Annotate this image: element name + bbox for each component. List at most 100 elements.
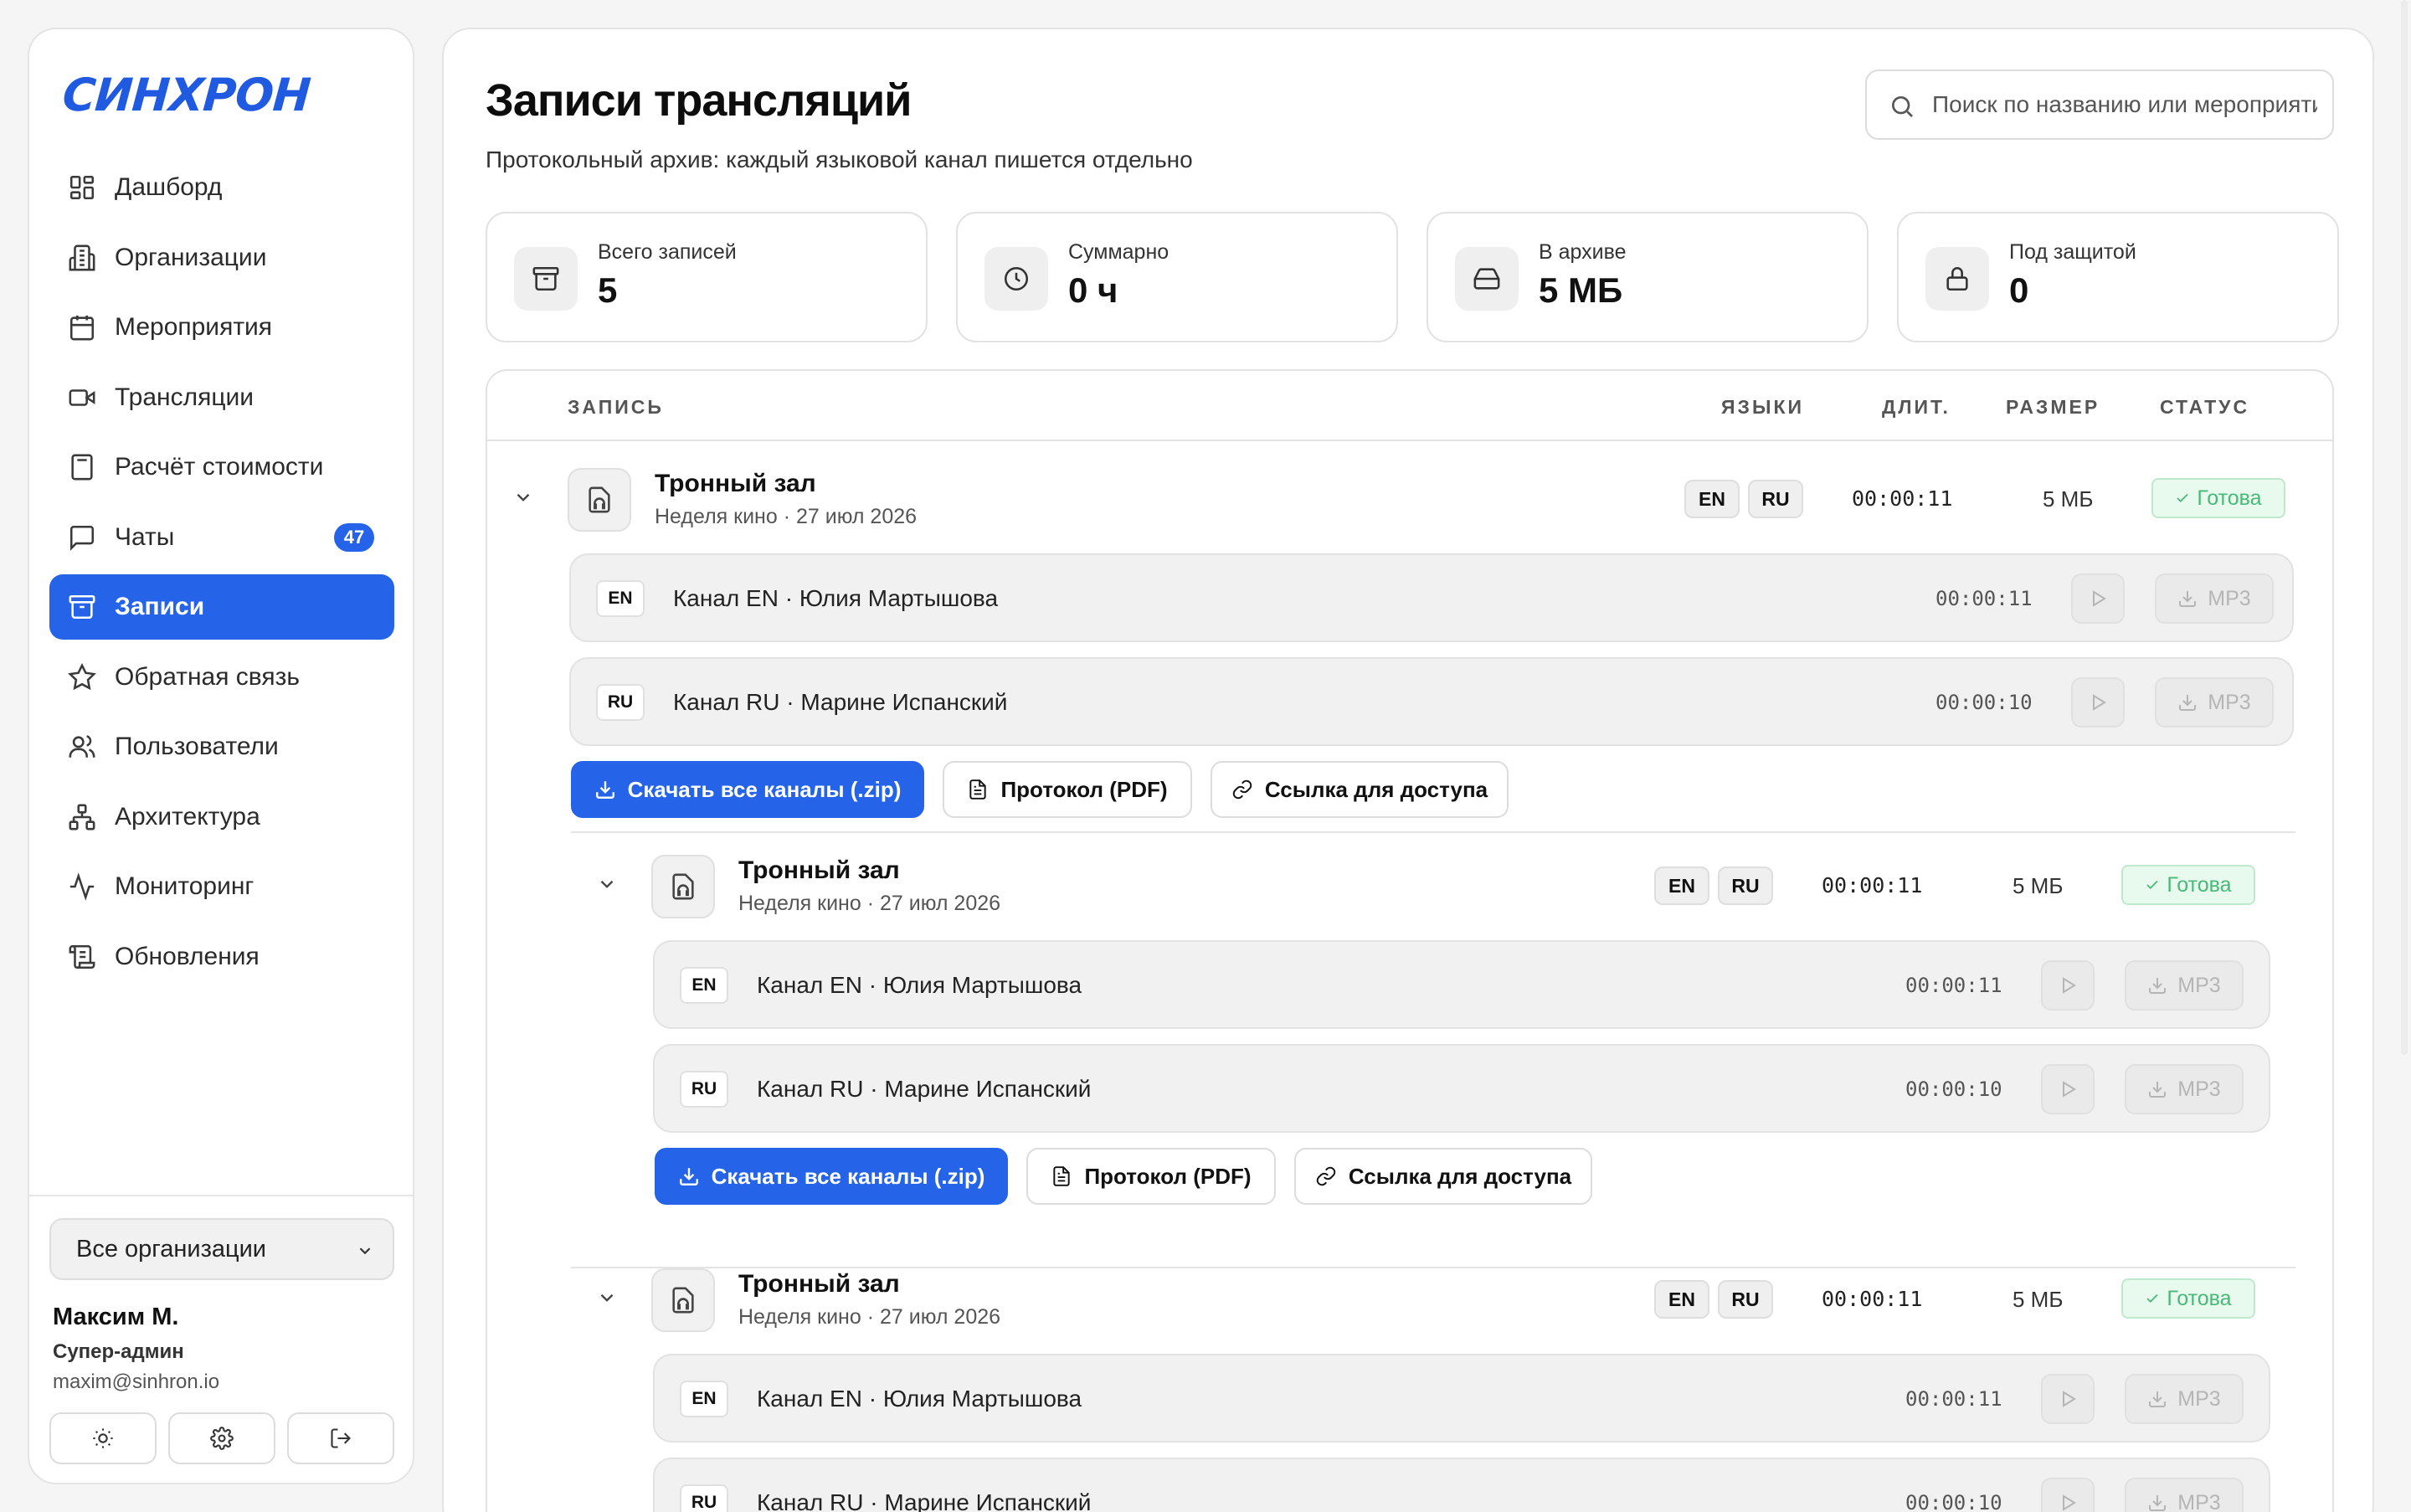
search-input[interactable] bbox=[1932, 91, 2317, 118]
record-size: 5 МБ bbox=[2013, 1287, 2064, 1312]
page-scrollbar[interactable] bbox=[2398, 0, 2411, 1512]
sidebar-item-chats[interactable]: Чаты 47 bbox=[49, 505, 394, 570]
activity-icon bbox=[69, 872, 95, 901]
stat-card-protected: Под защитой 0 bbox=[1897, 212, 2339, 342]
download-icon bbox=[2149, 978, 2167, 994]
protocol-pdf-button[interactable]: Протокол (PDF) bbox=[943, 761, 1192, 818]
column-header-record[interactable]: ЗАПИСЬ bbox=[568, 396, 664, 419]
sidebar: СИНХРОН Дашборд Организации Мероприятия … bbox=[28, 28, 414, 1484]
download-zip-button[interactable]: Скачать все каналы (.zip) bbox=[655, 1148, 1008, 1205]
sidebar-item-events[interactable]: Мероприятия bbox=[49, 295, 394, 360]
record-duration: 00:00:11 bbox=[1822, 873, 1923, 897]
chevron-down-icon[interactable] bbox=[596, 1287, 618, 1309]
play-button[interactable] bbox=[2041, 1064, 2095, 1114]
theme-toggle-button[interactable] bbox=[49, 1412, 157, 1464]
column-header-status[interactable]: СТАТУС bbox=[2160, 396, 2249, 419]
column-header-size[interactable]: РАЗМЕР bbox=[2006, 396, 2100, 419]
download-mp3-button[interactable]: MP3 bbox=[2125, 960, 2244, 1011]
archive-icon bbox=[69, 594, 95, 620]
sidebar-item-feedback[interactable]: Обратная связь bbox=[49, 645, 394, 710]
dashboard-icon bbox=[69, 175, 95, 200]
download-mp3-button[interactable]: MP3 bbox=[2125, 1374, 2244, 1424]
video-icon bbox=[69, 388, 95, 406]
play-button[interactable] bbox=[2041, 1478, 2095, 1512]
access-link-button[interactable]: Ссылка для доступа bbox=[1211, 761, 1509, 818]
play-button[interactable] bbox=[2041, 960, 2095, 1011]
sidebar-item-organizations[interactable]: Организации bbox=[49, 225, 394, 291]
protocol-pdf-button[interactable]: Протокол (PDF) bbox=[1026, 1148, 1276, 1205]
chevron-down-icon[interactable] bbox=[512, 486, 534, 508]
organization-select[interactable]: Все организации bbox=[49, 1218, 394, 1280]
document-icon bbox=[969, 779, 987, 800]
language-chip: RU bbox=[1718, 867, 1773, 905]
sidebar-item-users[interactable]: Пользователи bbox=[49, 714, 394, 779]
stat-value: 0 bbox=[2009, 270, 2029, 310]
sidebar-item-recordings[interactable]: Записи bbox=[49, 574, 394, 640]
download-icon bbox=[2149, 1391, 2167, 1407]
gear-icon bbox=[210, 1427, 234, 1450]
sidebar-item-broadcasts[interactable]: Трансляции bbox=[49, 365, 394, 430]
sidebar-item-label: Обновления bbox=[115, 942, 260, 970]
column-header-duration[interactable]: ДЛИТ. bbox=[1882, 396, 1951, 419]
sidebar-item-label: Организации bbox=[115, 243, 267, 271]
search-box[interactable] bbox=[1865, 69, 2334, 140]
logout-icon bbox=[331, 1428, 351, 1448]
play-button[interactable] bbox=[2071, 677, 2125, 728]
channel-name: Канал RU · Марине Испанский bbox=[757, 1076, 1092, 1102]
chevron-down-icon bbox=[359, 1247, 371, 1255]
download-zip-button[interactable]: Скачать все каналы (.zip) bbox=[571, 761, 924, 818]
app-logo[interactable]: СИНХРОН bbox=[60, 61, 312, 128]
sidebar-item-label: Архитектура bbox=[115, 802, 260, 831]
clock-icon bbox=[984, 247, 1048, 311]
play-button[interactable] bbox=[2071, 573, 2125, 624]
channel-name: Канал EN · Юлия Мартышова bbox=[757, 1386, 1082, 1412]
play-button[interactable] bbox=[2041, 1374, 2095, 1424]
sidebar-item-pricing[interactable]: Расчёт стоимости bbox=[49, 435, 394, 500]
scrollbar-thumb[interactable] bbox=[2401, 0, 2408, 1055]
chevron-down-icon[interactable] bbox=[596, 873, 618, 895]
sidebar-item-dashboard[interactable]: Дашборд bbox=[49, 155, 394, 220]
sidebar-actions bbox=[49, 1412, 394, 1464]
stat-value: 5 МБ bbox=[1539, 270, 1623, 310]
protocol-pdf-label: Протокол (PDF) bbox=[1084, 1163, 1252, 1189]
download-mp3-label: MP3 bbox=[2177, 1386, 2221, 1411]
stat-value: 5 bbox=[598, 270, 618, 310]
table-row: Тронный зал Неделя кино · 27 июл 2026 EN… bbox=[571, 1243, 2295, 1512]
channel-duration: 00:00:11 bbox=[1905, 1387, 2002, 1411]
download-mp3-button[interactable]: MP3 bbox=[2125, 1064, 2244, 1114]
language-chip: RU bbox=[1718, 1280, 1773, 1319]
record-size: 5 МБ bbox=[2013, 873, 2064, 898]
record-meta: Неделя кино · 27 июл 2026 bbox=[655, 505, 918, 528]
stat-label: В архиве bbox=[1539, 240, 1627, 264]
channel-code: RU bbox=[680, 1071, 728, 1108]
recordings-table: ЗАПИСЬ ЯЗЫКИ ДЛИТ. РАЗМЕР СТАТУС Тронный… bbox=[486, 369, 2334, 1512]
column-header-languages[interactable]: ЯЗЫКИ bbox=[1721, 396, 1804, 419]
record-header[interactable]: Тронный зал Неделя кино · 27 июл 2026 EN… bbox=[571, 830, 2295, 939]
protocol-pdf-label: Протокол (PDF) bbox=[1000, 776, 1168, 802]
sidebar-item-architecture[interactable]: Архитектура bbox=[49, 784, 394, 850]
access-link-button[interactable]: Ссылка для доступа bbox=[1294, 1148, 1592, 1205]
download-mp3-button[interactable]: MP3 bbox=[2155, 677, 2274, 728]
unread-badge: 47 bbox=[334, 522, 374, 552]
drive-icon bbox=[1455, 247, 1519, 311]
stat-card-storage: В архиве 5 МБ bbox=[1427, 212, 1869, 342]
sidebar-item-updates[interactable]: Обновления bbox=[49, 924, 394, 990]
language-chip: RU bbox=[1748, 480, 1803, 518]
sidebar-item-label: Мероприятия bbox=[115, 313, 273, 341]
logout-button[interactable] bbox=[287, 1412, 394, 1464]
play-icon bbox=[2093, 694, 2106, 711]
download-mp3-button[interactable]: MP3 bbox=[2155, 573, 2274, 624]
record-header[interactable]: Тронный зал Неделя кино · 27 июл 2026 EN… bbox=[571, 1243, 2295, 1352]
link-icon bbox=[1232, 779, 1252, 800]
play-icon bbox=[2093, 590, 2106, 607]
sidebar-item-monitoring[interactable]: Мониторинг bbox=[49, 854, 394, 919]
record-title: Тронный зал bbox=[738, 1270, 900, 1298]
channel-row: EN Канал EN · Юлия Мартышова 00:00:11 MP… bbox=[653, 1354, 2270, 1443]
download-mp3-button[interactable]: MP3 bbox=[2125, 1478, 2244, 1512]
record-meta: Неделя кино · 27 июл 2026 bbox=[738, 1305, 1001, 1329]
settings-button[interactable] bbox=[168, 1412, 275, 1464]
record-header[interactable]: Тронный зал Неделя кино · 27 июл 2026 EN… bbox=[487, 443, 2332, 552]
status-badge: Готова bbox=[2151, 478, 2285, 518]
channel-name: Канал EN · Юлия Мартышова bbox=[757, 972, 1082, 998]
record-title: Тронный зал bbox=[655, 470, 816, 497]
